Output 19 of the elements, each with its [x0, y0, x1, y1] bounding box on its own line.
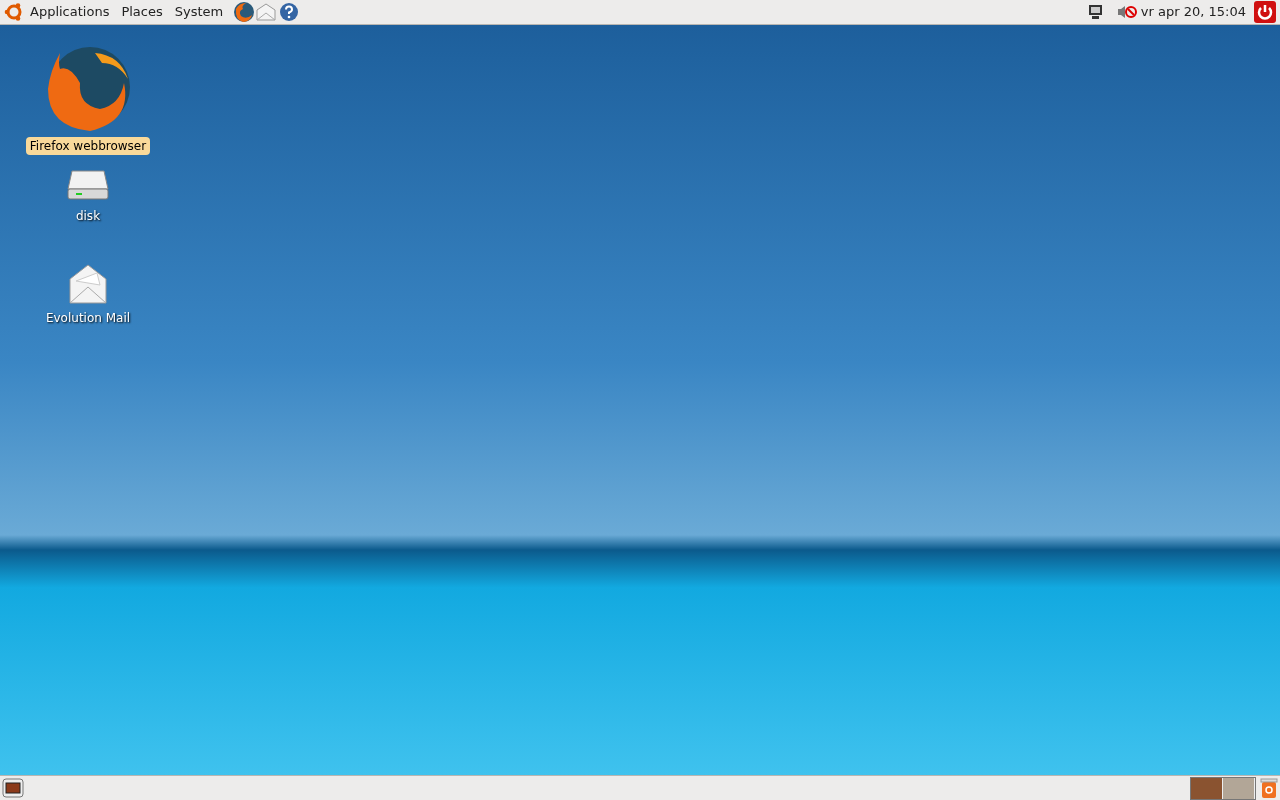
trash-icon[interactable]	[1260, 777, 1278, 799]
menu-item[interactable]: Applications	[24, 2, 116, 22]
envelope-icon[interactable]	[67, 263, 109, 305]
icon-label[interactable]: disk	[71, 207, 105, 225]
muted-speaker-icon[interactable]	[1116, 4, 1137, 20]
menu-item[interactable]: Places	[115, 2, 169, 22]
clock[interactable]: vr apr 20, 15:04	[1140, 2, 1246, 22]
help-icon[interactable]	[279, 2, 300, 22]
show-desktop-icon[interactable]	[2, 778, 24, 798]
hard-drive-icon[interactable]	[66, 167, 110, 203]
icon-label[interactable]: Evolution Mail	[41, 309, 135, 327]
logo-icon[interactable]	[4, 2, 24, 22]
icon-label[interactable]: Firefox webbrowser	[25, 137, 151, 155]
network-computer-icon[interactable]	[1086, 3, 1105, 21]
globe-fox-icon[interactable]	[233, 1, 256, 23]
menu-item[interactable]: System	[168, 2, 230, 22]
power-icon[interactable]	[1254, 1, 1276, 23]
workspace-button[interactable]	[1223, 777, 1255, 799]
workspace-button[interactable]	[1191, 777, 1223, 799]
